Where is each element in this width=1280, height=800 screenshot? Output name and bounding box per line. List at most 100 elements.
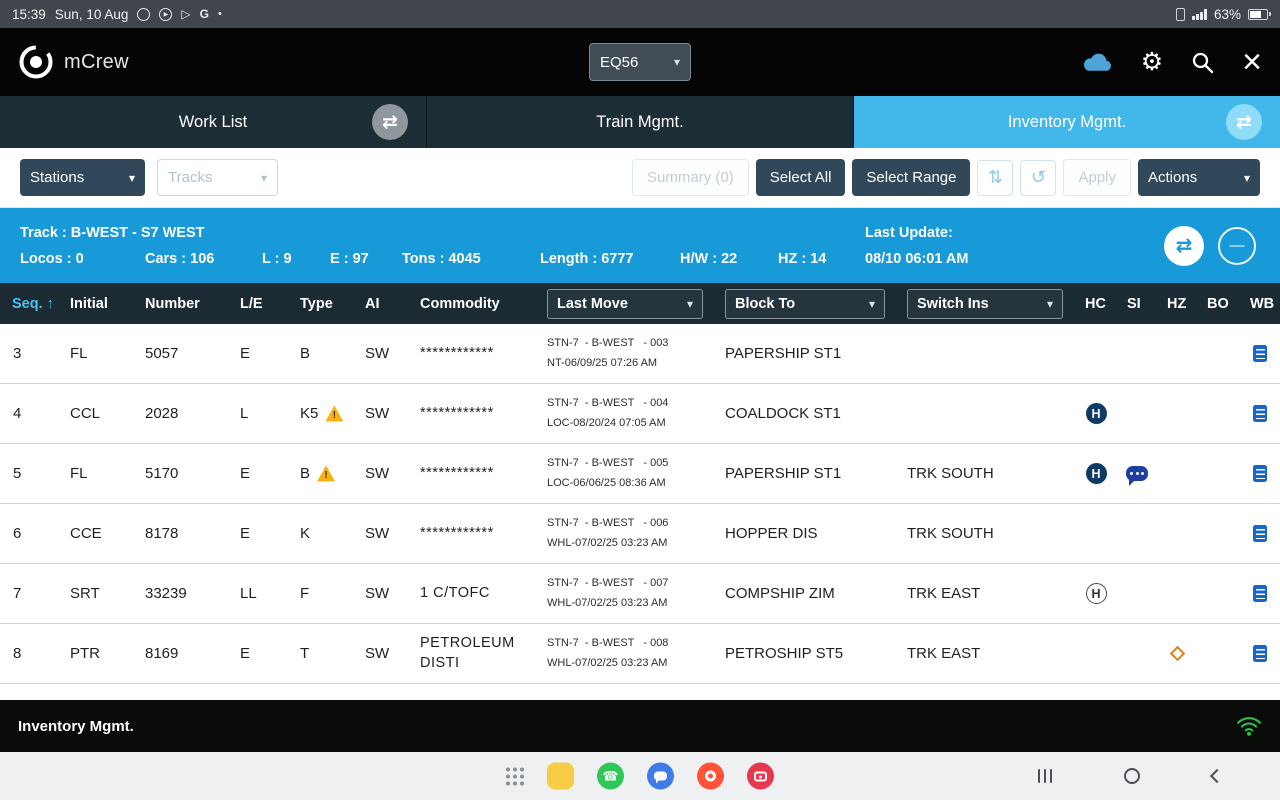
tab-train-mgmt[interactable]: Train Mgmt. [427,96,854,148]
cell-type: B [300,345,311,362]
cell-initial: PTR [70,645,100,662]
cloud-sync-icon[interactable] [1081,51,1113,74]
tab-work-list[interactable]: Work List ⇄ [0,96,427,148]
hazmat-h-badge: H [1085,463,1107,484]
recents-button[interactable] [1037,769,1052,783]
track-info-bar: Track : B-WEST - S7 WEST Last Update: Lo… [0,208,1280,283]
inventory-toolbar: Stations ▾ Tracks ▾ Summary (0) Select A… [0,148,1280,208]
cell-commodity: 1 C/TOFC [420,584,490,601]
column-number: Number [145,295,200,312]
last-update-value: 08/10 06:01 AM [865,251,969,267]
cell-type: B! [290,465,355,482]
cell-le: LL [240,585,257,602]
app-drawer-icon[interactable] [506,767,524,785]
column-switch-ins: Switch Ins ▾ [897,288,1075,319]
cell-initial: SRT [70,585,100,602]
cell-initial: CCL [70,405,101,422]
cell-last-move: STN-7 - B-WEST - 004 LOC-08/20/24 07:05 … [547,396,669,429]
collapse-minus-icon[interactable]: — [1218,226,1256,265]
tab-inventory-mgmt[interactable]: Inventory Mgmt. ⇄ [854,96,1280,148]
stat-hz: HZ : 14 [778,251,827,267]
warning-icon: ! [325,405,344,422]
messages-app-icon[interactable] [647,762,674,790]
block-to-filter-dropdown[interactable]: Block To ▾ [725,288,885,319]
cell-seq: 4 [13,405,22,422]
table-row[interactable]: 3 FL 5057 E B SW ************ STN-7 - B-… [0,324,1280,384]
cell-last-move: STN-7 - B-WEST - 008 WHL-07/02/25 03:23 … [547,636,669,669]
wifi-icon [1236,715,1262,737]
stations-dropdown[interactable]: Stations ▾ [20,159,145,196]
battery-percent: 63% [1213,6,1241,22]
table-row[interactable]: 4 CCL 2028 L K5! SW ************ STN-7 -… [0,384,1280,444]
table-row[interactable]: 5 FL 5170 E B! SW ************ STN-7 - B… [0,444,1280,504]
last-move-filter-dropdown[interactable]: Last Move ▾ [547,288,703,319]
waybill-doc-icon[interactable] [1253,645,1267,662]
cell-type: K [300,525,311,542]
clock-time: 15:39 [12,6,46,22]
switch-ins-filter-dropdown[interactable]: Switch Ins ▾ [907,288,1063,319]
cell-last-move: STN-7 - B-WEST - 006 WHL-07/02/25 03:23 … [547,516,669,549]
home-button[interactable] [1124,768,1140,784]
close-icon[interactable]: × [1242,45,1262,79]
cell-commodity: ************ [420,404,494,421]
select-all-button[interactable]: Select All [755,159,846,196]
cell-switch-ins: TRK EAST [907,585,981,602]
tracks-dropdown[interactable]: Tracks ▾ [157,159,278,196]
vibrate-icon [1176,7,1186,21]
sync-button[interactable]: ⇅ [977,159,1014,196]
waybill-doc-icon[interactable] [1253,525,1267,542]
cell-hz [1157,645,1197,662]
cell-wb [1240,645,1280,662]
table-row[interactable]: 6 CCE 8178 E K SW ************ STN-7 - B… [0,504,1280,564]
cell-block-to: COMPSHIP ZIM [725,585,835,602]
swap-icon[interactable]: ⇄ [1226,104,1262,140]
folder-app-icon[interactable] [547,762,574,790]
table-row[interactable]: 7 SRT 33239 LL F SW 1 C/TOFC STN-7 - B-W… [0,564,1280,624]
battery-icon [1248,8,1271,20]
settings-gear-icon[interactable]: ⚙ [1141,49,1163,75]
tab-work-list-label: Work List [178,112,248,131]
back-button[interactable] [1209,768,1225,784]
column-hc: HC [1085,295,1106,312]
sort-up-icon: ↑ [46,295,54,312]
last-update-label: Last Update: [865,225,953,241]
cell-block-to: PETROSHIP ST5 [725,645,844,662]
cell-seq: 7 [13,585,22,602]
track-label: Track : [20,225,67,241]
phone-app-icon[interactable]: ☎ [597,762,624,790]
swap-icon[interactable]: ⇄ [372,104,408,140]
cell-ai: SW [365,525,390,542]
select-range-button[interactable]: Select Range [852,159,971,196]
comment-bubble-icon[interactable] [1126,466,1148,486]
stat-tons: Tons : 4045 [402,251,481,267]
cell-last-move: STN-7 - B-WEST - 003 NT-06/09/25 07:26 A… [547,336,669,369]
waybill-doc-icon[interactable] [1253,585,1267,602]
cell-si [1117,466,1157,486]
column-seq-sort[interactable]: Seq. ↑ [0,296,60,312]
column-ai: AI [365,295,380,312]
search-icon[interactable] [1191,51,1214,74]
column-initial: Initial [70,295,108,312]
cell-seq: 5 [13,465,22,482]
train-selector-dropdown[interactable]: EQ56 ▾ [589,43,691,81]
waybill-doc-icon[interactable] [1253,345,1267,362]
table-row[interactable]: 8 PTR 8169 E T SW PETROLEUM DISTI STN-7 … [0,624,1280,684]
browser-app-icon[interactable] [697,762,724,790]
chevron-down-icon: ▾ [260,170,267,185]
camera-app-icon[interactable] [747,762,774,790]
waybill-doc-icon[interactable] [1253,405,1267,422]
swap-track-icon[interactable]: ⇄ [1164,225,1204,266]
actions-dropdown[interactable]: Actions ▾ [1138,159,1260,196]
undo-button[interactable]: ↺ [1020,159,1057,196]
cell-seq: 3 [13,345,22,362]
apply-button[interactable]: Apply [1063,159,1131,196]
actions-dropdown-label: Actions [1148,169,1198,186]
cell-commodity: ************ [420,464,494,481]
hazmat-diamond-icon [1169,645,1185,662]
signal-bars-icon [1192,8,1207,20]
waybill-doc-icon[interactable] [1253,465,1267,482]
cell-number: 8169 [145,645,179,662]
tracks-dropdown-label: Tracks [168,169,213,186]
track-value: B-WEST - S7 WEST [70,225,205,241]
summary-button[interactable]: Summary (0) [632,159,749,196]
